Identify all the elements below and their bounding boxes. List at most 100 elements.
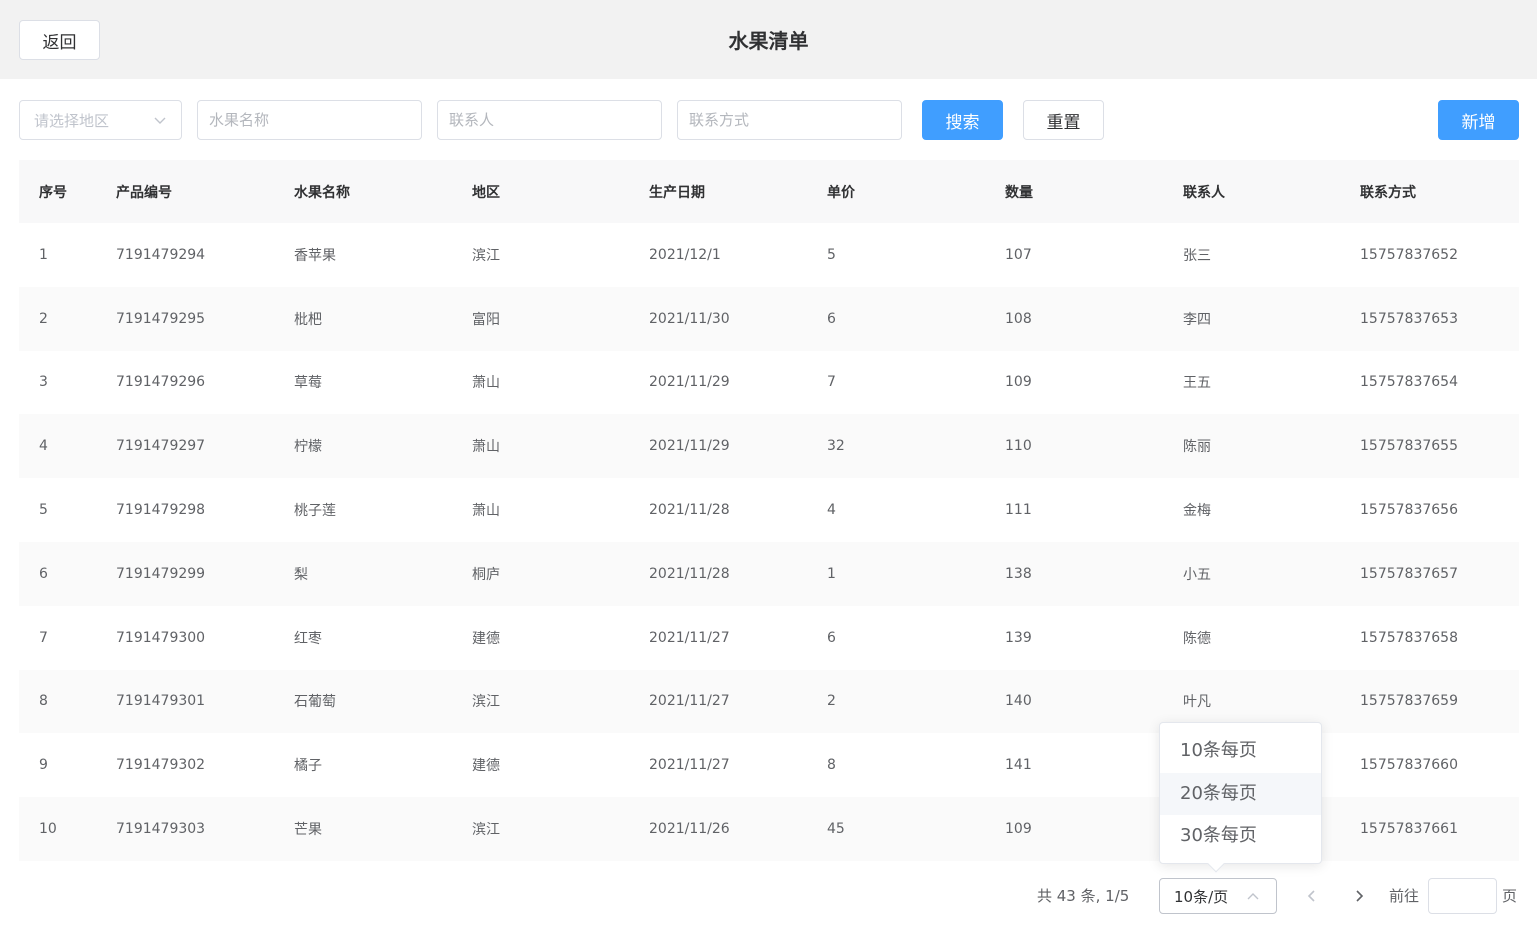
cell-product-id: 7191479303 xyxy=(116,821,206,838)
table-row: 1 7191479294 香苹果 滨江 2021/12/1 5 107 张三 157578376… xyxy=(19,223,1519,287)
cell-price: 45 xyxy=(827,821,845,838)
chevron-down-icon xyxy=(154,117,166,124)
cell-quantity: 139 xyxy=(1005,629,1032,646)
cell-date: 2021/11/27 xyxy=(649,757,730,774)
cell-product-id: 7191479296 xyxy=(116,374,206,391)
cell-product-id: 7191479294 xyxy=(116,246,206,263)
cell-product-id: 7191479301 xyxy=(116,693,206,710)
cell-date: 2021/11/27 xyxy=(649,629,730,646)
column-header-quantity: 数量 xyxy=(1005,184,1033,201)
cell-date: 2021/11/30 xyxy=(649,310,730,327)
page-size-select[interactable]: 10条/页 xyxy=(1159,878,1277,914)
cell-index: 5 xyxy=(39,502,48,519)
page-size-option-10[interactable]: 10条每页 xyxy=(1160,730,1321,773)
cell-phone: 15757837656 xyxy=(1360,502,1458,519)
cell-date: 2021/11/28 xyxy=(649,565,730,582)
phone-input[interactable] xyxy=(677,100,902,140)
page-title: 水果清单 xyxy=(728,29,809,53)
table-row: 6 7191479299 梨 桐庐 2021/11/28 1 138 小五 1575783765… xyxy=(19,541,1519,606)
column-header-product-id: 产品编号 xyxy=(116,184,172,201)
cell-index: 4 xyxy=(39,438,48,455)
cell-region: 建德 xyxy=(472,630,500,647)
column-header-phone: 联系方式 xyxy=(1360,184,1416,201)
cell-quantity: 108 xyxy=(1005,310,1032,327)
cell-fruit-name: 枇杷 xyxy=(294,311,322,328)
column-header-region: 地区 xyxy=(472,184,500,201)
cell-region: 滨江 xyxy=(472,694,500,711)
cell-index: 6 xyxy=(39,565,48,582)
cell-region: 萧山 xyxy=(472,439,500,456)
cell-index: 3 xyxy=(39,374,48,391)
table-row: 7 7191479300 红枣 建德 2021/11/27 6 139 陈德 157578376… xyxy=(19,605,1519,670)
cell-date: 2021/12/1 xyxy=(649,246,721,263)
cell-contact: 王五 xyxy=(1183,375,1211,392)
cell-quantity: 110 xyxy=(1005,438,1032,455)
cell-fruit-name: 石葡萄 xyxy=(294,694,336,711)
goto-page-input[interactable] xyxy=(1428,878,1497,914)
cell-price: 32 xyxy=(827,438,845,455)
cell-price: 7 xyxy=(827,374,836,391)
cell-contact: 金梅 xyxy=(1183,503,1211,520)
cell-region: 滨江 xyxy=(472,247,500,264)
cell-phone: 15757837653 xyxy=(1360,310,1458,327)
cell-fruit-name: 芒果 xyxy=(294,822,322,839)
cell-phone: 15757837659 xyxy=(1360,693,1458,710)
cell-fruit-name: 橘子 xyxy=(294,758,322,775)
cell-phone: 15757837661 xyxy=(1360,821,1458,838)
cell-contact: 李四 xyxy=(1183,311,1211,328)
cell-fruit-name: 梨 xyxy=(294,566,308,583)
cell-product-id: 7191479297 xyxy=(116,438,206,455)
table-row: 4 7191479297 柠檬 萧山 2021/11/29 32 110 陈丽 15757837… xyxy=(19,414,1519,479)
reset-button[interactable]: 重置 xyxy=(1023,100,1104,140)
column-header-date: 生产日期 xyxy=(649,184,705,201)
cell-index: 7 xyxy=(39,629,48,646)
page-suffix-label: 页 xyxy=(1502,887,1518,905)
page-size-option-30[interactable]: 30条每页 xyxy=(1160,815,1321,858)
cell-date: 2021/11/27 xyxy=(649,693,730,710)
cell-index: 8 xyxy=(39,693,48,710)
cell-quantity: 138 xyxy=(1005,565,1032,582)
cell-product-id: 7191479299 xyxy=(116,565,206,582)
cell-quantity: 111 xyxy=(1005,502,1032,519)
cell-quantity: 107 xyxy=(1005,246,1032,263)
cell-index: 9 xyxy=(39,757,48,774)
cell-fruit-name: 红枣 xyxy=(294,630,322,647)
cell-quantity: 109 xyxy=(1005,821,1032,838)
table-header: 序号 产品编号 水果名称 地区 生产日期 单价 数量 联系人 联系方式 xyxy=(19,160,1519,223)
page-size-dropdown: 10条每页 20条每页 30条每页 xyxy=(1159,722,1322,873)
cell-price: 6 xyxy=(827,629,836,646)
cell-date: 2021/11/29 xyxy=(649,374,730,391)
cell-index: 1 xyxy=(39,246,48,263)
page-size-option-20[interactable]: 20条每页 xyxy=(1160,772,1321,815)
cell-quantity: 141 xyxy=(1005,757,1032,774)
fruit-name-input[interactable] xyxy=(197,100,422,140)
column-header-contact: 联系人 xyxy=(1183,184,1225,201)
back-button[interactable]: 返回 xyxy=(19,20,100,60)
table-row: 3 7191479296 草莓 萧山 2021/11/29 7 109 王五 157578376… xyxy=(19,350,1519,415)
cell-quantity: 109 xyxy=(1005,374,1032,391)
page-size-value: 10条/页 xyxy=(1174,887,1229,906)
chevron-left-icon[interactable] xyxy=(1302,886,1322,906)
column-header-index: 序号 xyxy=(39,184,67,201)
cell-region: 建德 xyxy=(472,758,500,775)
cell-region: 富阳 xyxy=(472,311,500,328)
cell-phone: 15757837660 xyxy=(1360,757,1458,774)
cell-contact: 张三 xyxy=(1183,247,1211,264)
cell-contact: 陈丽 xyxy=(1183,439,1211,456)
cell-price: 5 xyxy=(827,246,836,263)
cell-fruit-name: 香苹果 xyxy=(294,247,336,264)
contact-input[interactable] xyxy=(437,100,662,140)
chevron-right-icon[interactable] xyxy=(1349,886,1369,906)
column-header-price: 单价 xyxy=(827,184,855,201)
cell-phone: 15757837654 xyxy=(1360,374,1458,391)
cell-product-id: 7191479300 xyxy=(116,629,206,646)
add-button[interactable]: 新增 xyxy=(1438,100,1519,140)
chevron-up-icon xyxy=(1247,893,1259,900)
cell-index: 10 xyxy=(39,821,57,838)
search-button[interactable]: 搜索 xyxy=(922,100,1003,140)
cell-contact: 陈德 xyxy=(1183,630,1211,647)
goto-label: 前往 xyxy=(1389,887,1420,905)
cell-price: 1 xyxy=(827,565,836,582)
cell-product-id: 7191479295 xyxy=(116,310,206,327)
region-select[interactable]: 请选择地区 xyxy=(19,100,182,140)
